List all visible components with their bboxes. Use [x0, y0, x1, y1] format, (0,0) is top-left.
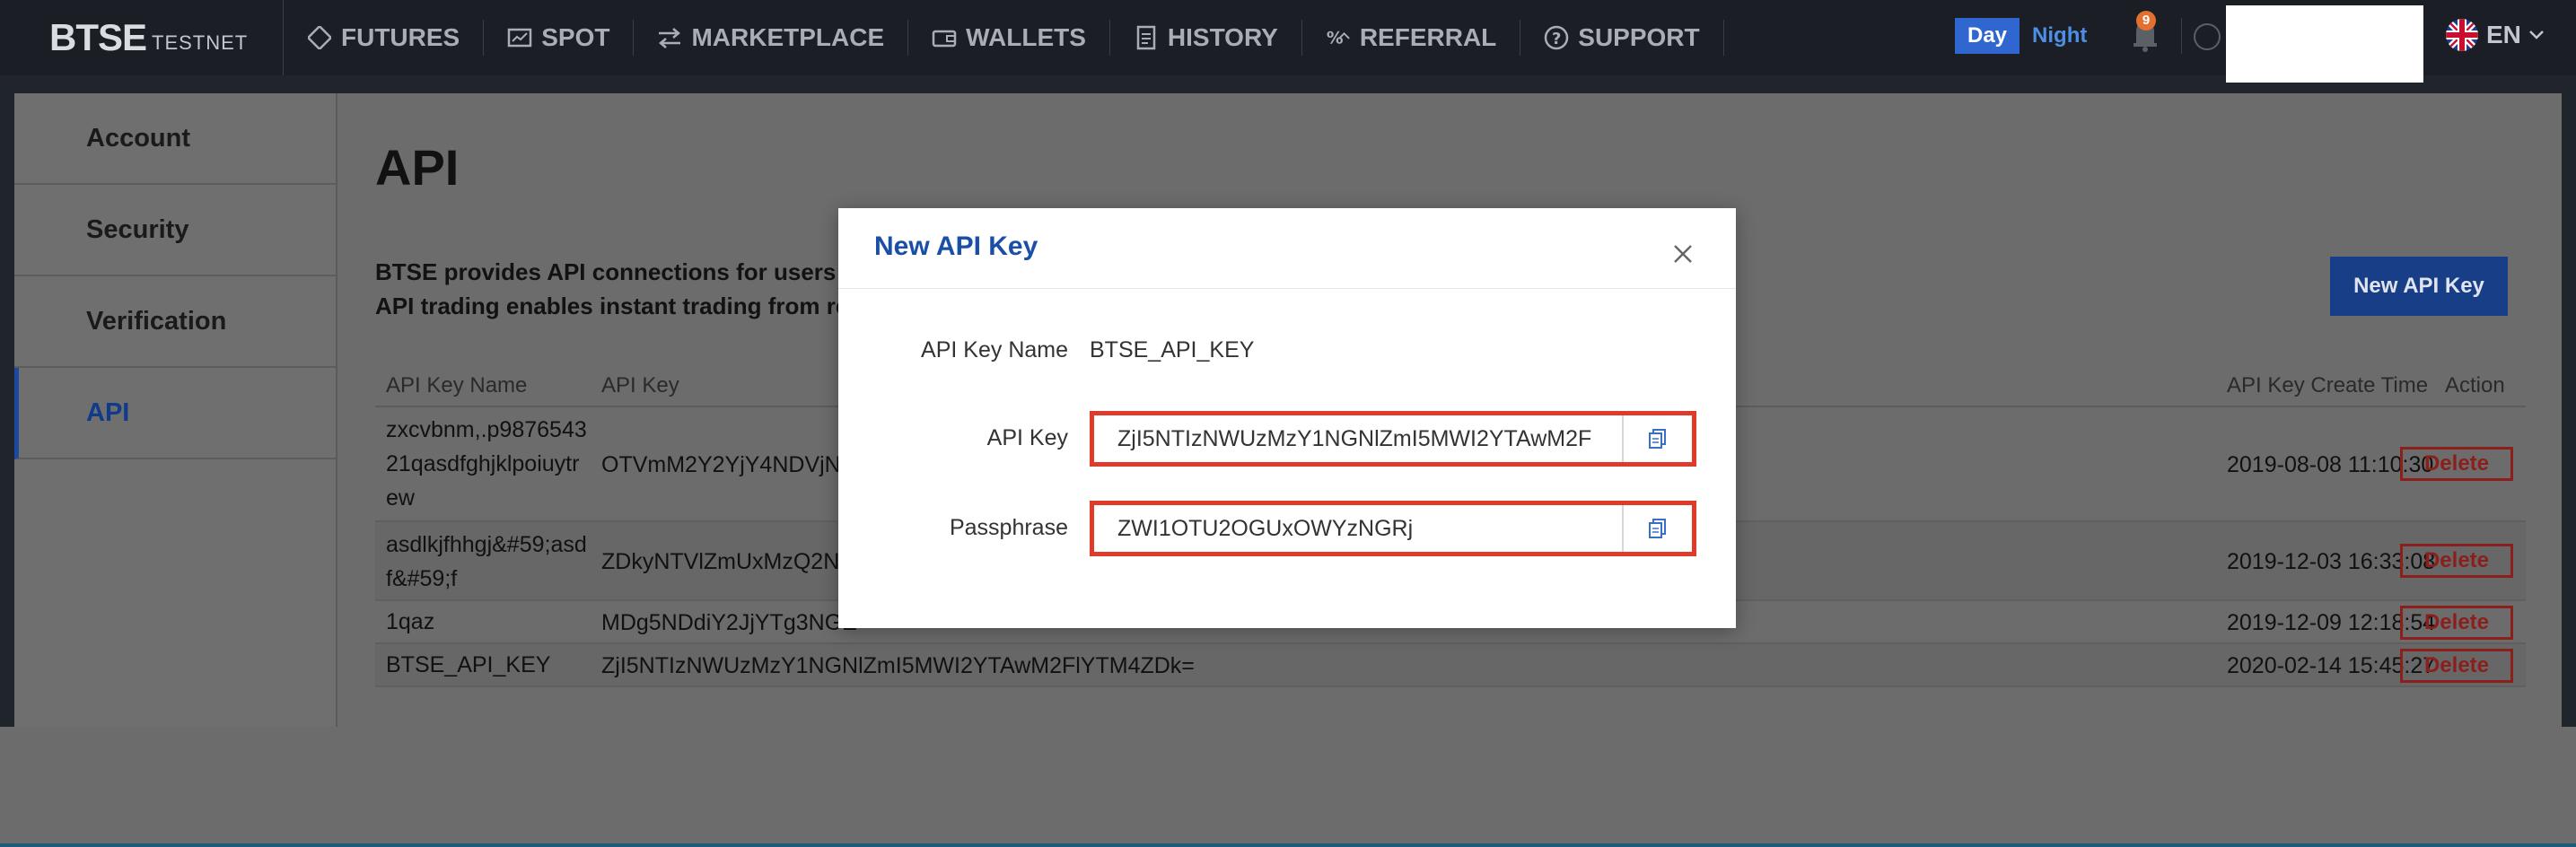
- nav-futures-label: FUTURES: [341, 23, 460, 51]
- page-title: API: [375, 139, 460, 196]
- svg-text:%: %: [1327, 30, 1344, 48]
- description-line: BTSE provides API connections for users …: [375, 258, 884, 285]
- nav-spot[interactable]: SPOT: [484, 20, 635, 56]
- key-name-cell: BTSE_API_KEY: [386, 648, 550, 682]
- column-header-created: API Key Create Time: [2227, 373, 2429, 397]
- nav-referral-label: REFERRAL: [1359, 23, 1497, 51]
- key-name-line: f&#59;f: [386, 566, 458, 591]
- column-header-name: API Key Name: [386, 373, 528, 397]
- theme-toggle: Day Night: [1955, 18, 2099, 54]
- copy-passphrase-button[interactable]: [1622, 505, 1692, 552]
- key-name-line: ew: [386, 485, 415, 511]
- api-description: BTSE provides API connections for users …: [375, 255, 884, 323]
- marketplace-icon: [657, 25, 682, 50]
- api-key-field[interactable]: ZjI5NTIzNWUzMzY1NGNlZmI5MWI2YTAwM2F: [1090, 411, 1696, 467]
- api-key-cell: ZDkyNTVlZmUxMzQ2NG: [601, 549, 857, 574]
- nav-spot-label: SPOT: [541, 23, 610, 51]
- key-name-line: 21qasdfghjklpoiuytr: [386, 451, 580, 476]
- nav-marketplace[interactable]: MARKETPLACE: [634, 20, 909, 56]
- passphrase-value[interactable]: ZWI1OTU2OGUxOWYzNGRj: [1094, 516, 1622, 542]
- network-label: TESTNET: [152, 31, 249, 54]
- wallet-icon: [932, 25, 957, 50]
- divider: [2181, 18, 2182, 54]
- key-name-line: BTSE_API_KEY: [386, 652, 551, 677]
- sidebar: Account Security Verification API: [14, 93, 337, 727]
- language-label: EN: [2486, 21, 2521, 48]
- sidebar-item-verification[interactable]: Verification: [14, 276, 336, 368]
- copy-icon: [1649, 519, 1666, 538]
- modal-header: New API Key: [838, 208, 1736, 289]
- close-icon[interactable]: [1669, 240, 1696, 267]
- futures-icon: [307, 25, 332, 50]
- passphrase-row: Passphrase ZWI1OTU2OGUxOWYzNGRj: [838, 501, 1736, 556]
- key-name-cell: asdlkjfhhgj&#59;asd f&#59;f: [386, 528, 587, 596]
- main-nav: FUTURES SPOT MARKETPLACE WALLETS HISTORY: [284, 0, 1724, 75]
- nav-marketplace-label: MARKETPLACE: [691, 23, 885, 51]
- history-icon: [1134, 25, 1159, 50]
- description-line: API trading enables instant trading from…: [375, 293, 876, 319]
- user-avatar-icon[interactable]: [2194, 23, 2221, 50]
- column-header-key: API Key: [601, 373, 679, 397]
- nav-history[interactable]: HISTORY: [1110, 20, 1302, 56]
- sidebar-item-api[interactable]: API: [14, 368, 336, 459]
- passphrase-label: Passphrase: [949, 515, 1068, 540]
- sidebar-item-account[interactable]: Account: [14, 93, 336, 185]
- nav-wallets[interactable]: WALLETS: [908, 20, 1110, 56]
- chevron-down-icon: [2529, 31, 2544, 39]
- key-name-line: 1qaz: [386, 609, 435, 634]
- column-header-action: Action: [2445, 373, 2505, 397]
- api-key-name-label: API Key Name: [921, 337, 1068, 362]
- support-icon: ?: [1544, 25, 1569, 50]
- api-key-cell: MDg5NDdiY2JjYTg3NGE: [601, 610, 857, 635]
- api-key-name-value: BTSE_API_KEY: [1090, 337, 1255, 362]
- theme-day-button[interactable]: Day: [1955, 18, 2020, 54]
- api-key-value[interactable]: ZjI5NTIzNWUzMzY1NGNlZmI5MWI2YTAwM2F: [1094, 426, 1622, 452]
- notification-bell[interactable]: 9: [2129, 11, 2161, 54]
- key-name-line: zxcvbnm,.p9876543: [386, 417, 587, 442]
- language-selector[interactable]: EN: [2445, 18, 2545, 52]
- delete-button[interactable]: Delete: [2400, 447, 2513, 481]
- key-name-cell: zxcvbnm,.p9876543 21qasdfghjklpoiuytr ew: [386, 413, 587, 515]
- api-key-row: API Key ZjI5NTIzNWUzMzY1NGNlZmI5MWI2YTAw…: [838, 411, 1736, 467]
- theme-night-button[interactable]: Night: [2020, 18, 2099, 54]
- brand-name: BTSE: [49, 16, 147, 58]
- spot-icon: [507, 25, 532, 50]
- nav-referral[interactable]: % REFERRAL: [1302, 20, 1521, 56]
- api-key-cell: OTVmM2Y2YjY4NDVjND: [601, 452, 857, 477]
- modal-title: New API Key: [874, 231, 1038, 261]
- notification-badge: 9: [2136, 11, 2156, 31]
- delete-button[interactable]: Delete: [2400, 544, 2513, 578]
- uk-flag-icon: [2446, 19, 2478, 51]
- key-name-cell: 1qaz: [386, 605, 434, 639]
- new-api-key-modal: New API Key API Key Name BTSE_API_KEY AP…: [838, 208, 1736, 628]
- sidebar-item-security[interactable]: Security: [14, 185, 336, 276]
- passphrase-field[interactable]: ZWI1OTU2OGUxOWYzNGRj: [1090, 501, 1696, 556]
- api-key-label: API Key: [986, 425, 1068, 450]
- nav-support-label: SUPPORT: [1578, 23, 1700, 51]
- referral-icon: %: [1326, 25, 1351, 50]
- page-footer-area: [0, 727, 2576, 847]
- delete-button[interactable]: Delete: [2400, 606, 2513, 640]
- nav-futures[interactable]: FUTURES: [284, 20, 485, 56]
- key-name-line: asdlkjfhhgj&#59;asd: [386, 532, 587, 557]
- nav-history-label: HISTORY: [1167, 23, 1278, 51]
- nav-wallets-label: WALLETS: [966, 23, 1086, 51]
- bottom-accent-line: [0, 843, 2576, 847]
- api-key-name-row: API Key Name BTSE_API_KEY: [838, 323, 1736, 377]
- copy-icon: [1649, 429, 1666, 449]
- user-menu[interactable]: [2226, 5, 2423, 83]
- copy-api-key-button[interactable]: [1622, 415, 1692, 462]
- api-key-cell: ZjI5NTIzNWUzMzY1NGNlZmI5MWI2YTAwM2FlYTM4…: [601, 653, 1195, 678]
- new-api-key-button[interactable]: New API Key: [2330, 257, 2508, 316]
- brand-logo[interactable]: BTSE TESTNET: [0, 0, 284, 75]
- svg-text:?: ?: [1552, 30, 1561, 48]
- top-navbar: BTSE TESTNET FUTURES SPOT MARKETPLACE WA…: [0, 0, 2576, 83]
- nav-support[interactable]: ? SUPPORT: [1520, 20, 1724, 56]
- delete-button[interactable]: Delete: [2400, 649, 2513, 683]
- table-row: BTSE_API_KEY ZjI5NTIzNWUzMzY1NGNlZmI5MWI…: [375, 644, 2526, 687]
